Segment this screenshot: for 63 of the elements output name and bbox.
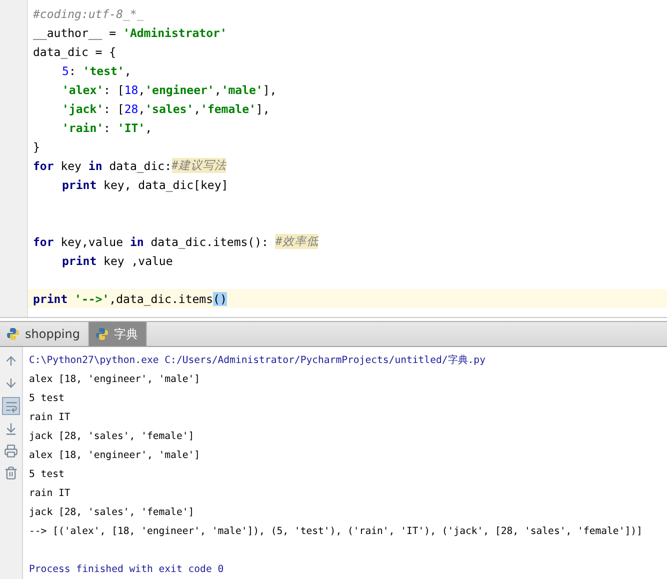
code-token: #coding:utf-8_*_	[33, 6, 144, 20]
code-token: 'IT'	[117, 120, 146, 134]
code-token: 'Administrator'	[123, 26, 227, 40]
code-token: ],	[262, 82, 277, 96]
code-token: :	[104, 120, 112, 134]
code-token: key, data_dic[key]	[102, 178, 228, 192]
code-token: 28	[124, 102, 138, 116]
code-token: ,	[145, 120, 152, 134]
exit-message: Process finished with exit code 0	[29, 563, 225, 577]
code-token: 'male'	[221, 82, 263, 96]
print-icon[interactable]	[3, 443, 19, 459]
python-logo-icon	[6, 327, 20, 342]
code-token: '-->'	[74, 292, 110, 306]
code-token: print	[33, 292, 69, 306]
code-token: for	[33, 158, 54, 172]
output-line: 5 test	[29, 392, 66, 406]
selected-code: ()	[213, 292, 227, 306]
code-token: 5	[62, 64, 69, 78]
code-token: #建议写法	[172, 158, 226, 173]
code-token: : [	[104, 102, 124, 116]
python-logo-icon	[95, 327, 109, 342]
output-line: jack [28, 'sales', 'female']	[29, 430, 196, 444]
code-token: print	[62, 178, 97, 192]
code-token: ],	[256, 102, 270, 116]
code-token: 'test'	[82, 64, 124, 78]
code-token: __author__ =	[33, 26, 118, 40]
code-token: for	[33, 234, 54, 248]
code-token: 18	[124, 82, 138, 96]
output-line: jack [28, 'sales', 'female']	[29, 506, 196, 520]
code-token: data_dic:	[108, 158, 172, 172]
code-token: in	[88, 158, 102, 172]
code-token: ,	[124, 64, 132, 78]
code-token: 'sales'	[145, 102, 194, 116]
code-token: ,	[138, 102, 146, 116]
code-token: : [	[104, 82, 124, 96]
code-token: 'engineer'	[145, 82, 214, 96]
code-token: key	[60, 158, 82, 172]
code-token: key ,value	[102, 254, 173, 268]
code-token: key,value	[60, 234, 124, 248]
output-line: rain IT	[29, 487, 72, 501]
code-token: 'female'	[200, 102, 256, 116]
output-line: --> [('alex', [18, 'engineer', 'male']), (5, 'test'), ('rain', 'IT'), ('jack', [28, 'sales', 'female'])]	[29, 525, 642, 539]
code-token: data_dic = {	[33, 44, 116, 58]
output-line: alex [18, 'engineer', 'male']	[29, 373, 202, 387]
code-token: in	[130, 234, 144, 248]
code-token: 'rain'	[62, 120, 104, 134]
code-token: ,	[138, 82, 146, 96]
code-token: data_dic.items():	[150, 234, 270, 248]
code-token: }	[33, 140, 40, 154]
code-token: print	[62, 254, 97, 268]
output-line: 5 test	[29, 468, 66, 482]
code-token: #效率低	[275, 234, 318, 249]
code-token: ,	[214, 82, 222, 96]
soft-wrap-icon[interactable]	[2, 397, 20, 415]
code-token: ,	[194, 102, 201, 116]
command-line-text: C:\Python27\python.exe C:/Users/Administrator/PycharmProjects/untitled/字典.py	[29, 354, 486, 368]
code-token: 'jack'	[62, 102, 104, 116]
code-token: :	[68, 64, 77, 78]
output-line: alex [18, 'engineer', 'male']	[29, 449, 202, 463]
code-token: ,data_dic.items	[109, 292, 214, 306]
trash-icon[interactable]	[3, 465, 19, 481]
output-line: rain IT	[29, 411, 72, 425]
code-token: 'alex'	[62, 82, 104, 96]
